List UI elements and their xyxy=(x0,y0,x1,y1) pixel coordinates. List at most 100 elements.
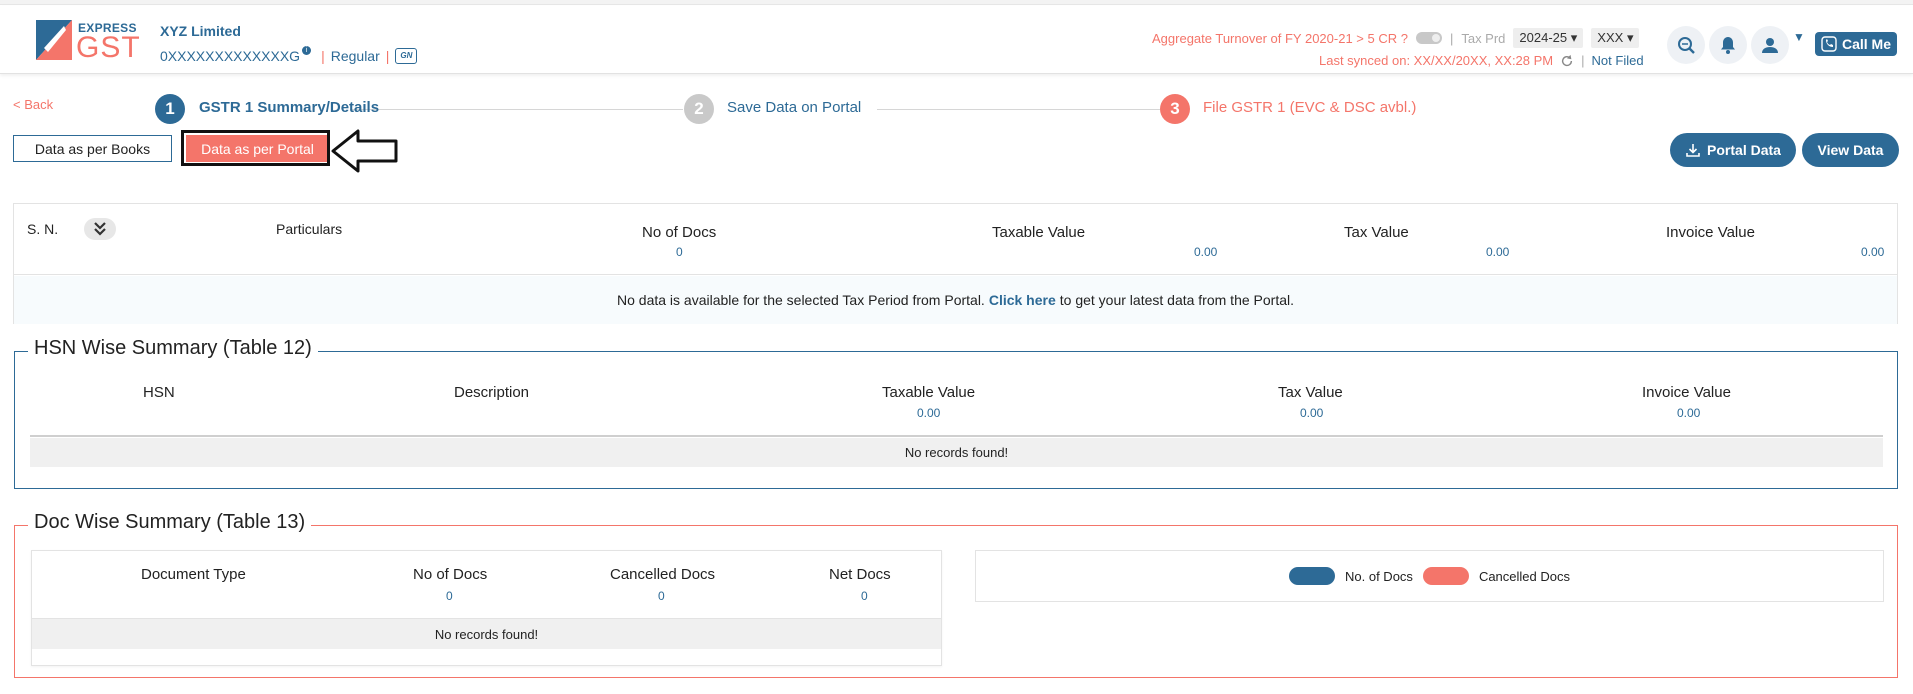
info-icon[interactable]: i xyxy=(302,45,312,55)
doc-total-net-docs: 0 xyxy=(861,589,868,603)
hsn-empty-message: No records found! xyxy=(30,438,1883,467)
separator: | xyxy=(1449,30,1454,46)
summary-empty-message: No data is available for the selected Ta… xyxy=(14,276,1897,324)
arrow-left-icon xyxy=(331,129,398,173)
col-hsn: HSN xyxy=(143,384,175,401)
view-data-label: View Data xyxy=(1817,142,1884,158)
gsn-icon: GN xyxy=(395,48,418,64)
period-select[interactable]: XXX ▾ xyxy=(1591,28,1640,48)
registration-type: Regular xyxy=(330,48,380,64)
separator: | xyxy=(385,48,390,64)
col-net-docs: Net Docs xyxy=(829,566,891,583)
total-invoice-value: 0.00 xyxy=(1861,245,1885,259)
doc-table: Document Type No of Docs 0 Cancelled Doc… xyxy=(31,550,942,666)
doc-chart-legend: No. of Docs Cancelled Docs xyxy=(975,550,1884,602)
col-particulars: Particulars xyxy=(276,221,343,237)
step-3-label[interactable]: File GSTR 1 (EVC & DSC avbl.) xyxy=(1203,99,1416,116)
step-2-number: 2 xyxy=(684,94,714,124)
step-3-number: 3 xyxy=(1160,94,1190,124)
col-taxable-value: Taxable Value xyxy=(882,384,976,401)
year-select[interactable]: 2024-25 ▾ xyxy=(1513,28,1584,48)
hsn-section-title: HSN Wise Summary (Table 12) xyxy=(28,337,318,360)
col-tax-value: Tax Value xyxy=(1344,224,1409,241)
doc-summary-section: Doc Wise Summary (Table 13) Document Typ… xyxy=(14,511,1898,678)
click-here-link[interactable]: Click here xyxy=(989,292,1056,308)
legend-label-cancelled-docs: Cancelled Docs xyxy=(1478,568,1570,584)
portal-data-label: Portal Data xyxy=(1707,142,1781,158)
col-invoice-value: Invoice Value xyxy=(1642,384,1731,401)
phone-icon xyxy=(1821,36,1837,52)
call-me-button[interactable]: Call Me xyxy=(1815,32,1897,56)
total-tax-value: 0.00 xyxy=(1486,245,1510,259)
empty-message-prefix: No data is available for the selected Ta… xyxy=(617,292,985,308)
separator: | xyxy=(321,48,325,64)
step-connector xyxy=(877,109,1160,110)
summary-table-header: S. N. Particulars No of Docs 0 Taxable V… xyxy=(14,204,1897,275)
legend-label-no-of-docs: No. of Docs xyxy=(1345,568,1413,584)
doc-empty-message: No records found! xyxy=(32,619,941,649)
col-cancelled-docs: Cancelled Docs xyxy=(610,566,716,583)
gstin-row: 0XXXXXXXXXXXXXG i | Regular | GN xyxy=(160,45,418,64)
empty-message-suffix: to get your latest data from the Portal. xyxy=(1059,292,1294,308)
hsn-table-header: HSN Description Taxable Value 0.00 Tax V… xyxy=(30,372,1883,437)
step-connector xyxy=(350,109,683,110)
col-invoice-value: Invoice Value xyxy=(1666,224,1755,241)
doc-total-cancelled-docs: 0 xyxy=(658,589,665,603)
dropdown-icon: ▾ xyxy=(1626,30,1634,45)
total-taxable-value: 0.00 xyxy=(1194,245,1218,259)
year-select-value: 2024-25 xyxy=(1519,30,1568,45)
toggle-icon[interactable] xyxy=(1415,32,1442,44)
doc-section-title: Doc Wise Summary (Table 13) xyxy=(28,511,312,534)
chevron-down-icon[interactable]: ▼ xyxy=(1793,30,1805,44)
tax-period-label: Tax Prd xyxy=(1461,30,1506,46)
turnover-label: Aggregate Turnover of FY 2020-21 > 5 CR … xyxy=(1152,30,1408,46)
top-strip xyxy=(0,0,1913,5)
tab-data-as-per-books[interactable]: Data as per Books xyxy=(13,135,172,162)
period-select-value: XXX xyxy=(1597,30,1624,45)
last-synced-text: Last synced on: XX/XX/20XX, XX:28 PM xyxy=(1319,53,1554,68)
hsn-summary-section: HSN Wise Summary (Table 12) HSN Descript… xyxy=(14,337,1898,489)
expand-all-button[interactable] xyxy=(84,218,116,240)
doc-total-no-of-docs: 0 xyxy=(446,589,453,603)
view-data-button[interactable]: View Data xyxy=(1802,133,1899,167)
download-icon xyxy=(1686,144,1700,157)
double-chevron-down-icon xyxy=(94,222,106,236)
refresh-icon[interactable] xyxy=(1560,54,1574,68)
sync-row: Last synced on: XX/XX/20XX, XX:28 PM | N… xyxy=(1319,53,1644,68)
user-menu-button[interactable] xyxy=(1751,26,1789,64)
col-description: Description xyxy=(454,384,530,401)
hsn-total-tax-value: 0.00 xyxy=(1300,406,1324,420)
step-1-number: 1 xyxy=(155,94,185,124)
legend-swatch-no-of-docs[interactable] xyxy=(1289,567,1336,585)
legend-swatch-cancelled-docs[interactable] xyxy=(1422,567,1469,585)
col-no-of-docs: No of Docs xyxy=(642,224,717,241)
search-doc-icon xyxy=(1678,37,1695,54)
col-tax-value: Tax Value xyxy=(1278,384,1343,401)
filing-status: Not Filed xyxy=(1591,53,1644,68)
col-sn: S. N. xyxy=(27,221,59,237)
hsn-total-taxable-value: 0.00 xyxy=(917,406,941,420)
notifications-button[interactable] xyxy=(1709,26,1747,64)
summary-table: S. N. Particulars No of Docs 0 Taxable V… xyxy=(13,203,1898,324)
turnover-row: Aggregate Turnover of FY 2020-21 > 5 CR … xyxy=(1152,28,1640,48)
logo-icon xyxy=(36,20,72,60)
logo-gst-text: GST xyxy=(76,31,141,64)
col-no-of-docs: No of Docs xyxy=(413,566,488,583)
col-taxable-value: Taxable Value xyxy=(992,224,1086,241)
app-header: EXPRESS GST XYZ Limited 0XXXXXXXXXXXXXG … xyxy=(0,6,1913,74)
dropdown-icon: ▾ xyxy=(1570,30,1578,45)
step-1-label[interactable]: GSTR 1 Summary/Details xyxy=(199,99,379,116)
step-2-label[interactable]: Save Data on Portal xyxy=(727,99,861,116)
bell-icon xyxy=(1721,37,1735,54)
back-link[interactable]: < Back xyxy=(13,97,53,112)
company-name: XYZ Limited xyxy=(160,23,241,39)
gstin-value: 0XXXXXXXXXXXXXG xyxy=(160,48,301,64)
total-no-of-docs: 0 xyxy=(676,245,683,259)
highlight-box xyxy=(181,130,330,166)
call-me-label: Call Me xyxy=(1841,36,1891,52)
portal-data-button[interactable]: Portal Data xyxy=(1670,133,1796,167)
separator: | xyxy=(1581,53,1585,68)
hsn-total-invoice-value: 0.00 xyxy=(1677,406,1701,420)
user-icon xyxy=(1762,38,1778,53)
search-doc-button[interactable] xyxy=(1667,26,1705,64)
